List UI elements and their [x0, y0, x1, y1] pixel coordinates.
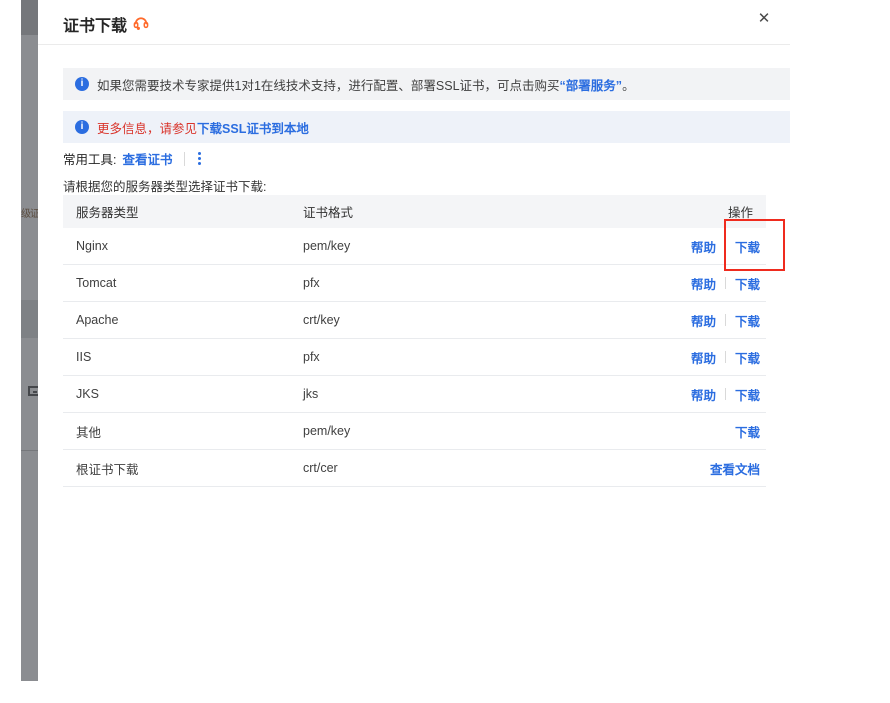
certificate-table: 服务器类型 证书格式 操作 Nginx pem/key 帮助下载 Tomcat … [63, 195, 766, 487]
server-type: Nginx [63, 239, 303, 253]
header-divider [38, 44, 790, 45]
background-dark-block [21, 300, 38, 338]
header-actions: 操作 [616, 202, 766, 221]
info-icon: i [75, 77, 89, 91]
server-type: IIS [63, 350, 303, 364]
background-clipped-text: 级证 [21, 205, 38, 220]
server-table-body: Nginx pem/key 帮助下载 Tomcat pfx 帮助下载 Apach… [63, 228, 766, 487]
background-divider [21, 450, 38, 451]
server-type: Apache [63, 313, 303, 327]
server-type: 根证书下载 [63, 459, 303, 478]
header-server-type: 服务器类型 [63, 202, 303, 221]
cert-format: jks [303, 387, 616, 401]
deploy-banner-post: 。 [622, 79, 635, 93]
row-actions: 帮助下载 [616, 348, 766, 367]
certificate-download-dialog: 证书下载 ✕ i 如果您需要技术专家提供1对1在线技术支持，进行配置、部署SSL… [38, 0, 890, 703]
table-row: 其他 pem/key 下载 [63, 413, 766, 450]
headset-support-icon[interactable] [132, 13, 150, 31]
table-row: Apache crt/key 帮助下载 [63, 302, 766, 339]
action-divider [725, 240, 726, 252]
table-header-row: 服务器类型 证书格式 操作 [63, 195, 766, 228]
screenshot-canvas: 级证 证书下载 ✕ i 如果您需要技术专家提供1对1在线技术支持，进行配置、部署… [0, 0, 890, 703]
common-tools-row: 常用工具: 查看证书 [63, 149, 203, 168]
row-actions: 查看文档 [616, 459, 766, 478]
table-subtitle: 请根据您的服务器类型选择证书下载: [63, 176, 266, 195]
download-ssl-doc-link[interactable]: 下载SSL证书到本地 [197, 122, 309, 136]
dialog-title: 证书下载 [63, 12, 127, 36]
action-link-帮助[interactable]: 帮助 [691, 274, 716, 293]
background-page-strip: 级证 [21, 0, 38, 681]
header-cert-format: 证书格式 [303, 202, 616, 221]
more-info-banner: i 更多信息，请参见下载SSL证书到本地 [63, 111, 790, 143]
server-type: 其他 [63, 422, 303, 441]
table-row: JKS jks 帮助下载 [63, 376, 766, 413]
action-link-下载[interactable]: 下载 [735, 274, 760, 293]
action-link-帮助[interactable]: 帮助 [691, 385, 716, 404]
row-actions: 下载 [616, 422, 766, 441]
action-divider [725, 388, 726, 400]
action-link-帮助[interactable]: 帮助 [691, 237, 716, 256]
cert-format: pfx [303, 350, 616, 364]
action-link-下载[interactable]: 下载 [735, 422, 760, 441]
action-link-下载[interactable]: 下载 [735, 348, 760, 367]
table-row: 根证书下载 crt/cer 查看文档 [63, 450, 766, 487]
action-link-帮助[interactable]: 帮助 [691, 311, 716, 330]
action-link-查看文档[interactable]: 查看文档 [710, 459, 760, 478]
deploy-banner-text: 如果您需要技术专家提供1对1在线技术支持，进行配置、部署SSL证书，可点击购买“… [97, 75, 635, 94]
deploy-service-banner: i 如果您需要技术专家提供1对1在线技术支持，进行配置、部署SSL证书，可点击购… [63, 68, 790, 100]
action-link-下载[interactable]: 下载 [735, 385, 760, 404]
document-export-icon [28, 386, 38, 396]
table-row: IIS pfx 帮助下载 [63, 339, 766, 376]
action-divider [725, 314, 726, 326]
server-type: JKS [63, 387, 303, 401]
cert-format: crt/key [303, 313, 616, 327]
deploy-service-link[interactable]: “部署服务” [560, 79, 623, 93]
action-divider [725, 277, 726, 289]
view-certificate-link[interactable]: 查看证书 [122, 149, 172, 168]
more-actions-kebab-icon[interactable] [196, 150, 203, 167]
info-icon: i [75, 120, 89, 134]
table-row: Tomcat pfx 帮助下载 [63, 265, 766, 302]
action-link-帮助[interactable]: 帮助 [691, 348, 716, 367]
action-divider [725, 351, 726, 363]
tools-divider [184, 152, 185, 166]
tools-label: 常用工具: [63, 149, 116, 168]
close-icon[interactable]: ✕ [752, 7, 776, 31]
cert-format: pfx [303, 276, 616, 290]
background-header-band [21, 0, 38, 35]
action-link-下载[interactable]: 下载 [735, 237, 760, 256]
row-actions: 帮助下载 [616, 311, 766, 330]
row-actions: 帮助下载 [616, 237, 766, 256]
table-row: Nginx pem/key 帮助下载 [63, 228, 766, 265]
more-info-pre: 更多信息，请参见 [97, 122, 197, 136]
deploy-banner-pre: 如果您需要技术专家提供1对1在线技术支持，进行配置、部署SSL证书，可点击购买 [97, 79, 560, 93]
more-info-text: 更多信息，请参见下载SSL证书到本地 [97, 118, 309, 137]
cert-format: pem/key [303, 239, 616, 253]
server-type: Tomcat [63, 276, 303, 290]
cert-format: pem/key [303, 424, 616, 438]
row-actions: 帮助下载 [616, 274, 766, 293]
action-link-下载[interactable]: 下载 [735, 311, 760, 330]
cert-format: crt/cer [303, 461, 616, 475]
row-actions: 帮助下载 [616, 385, 766, 404]
